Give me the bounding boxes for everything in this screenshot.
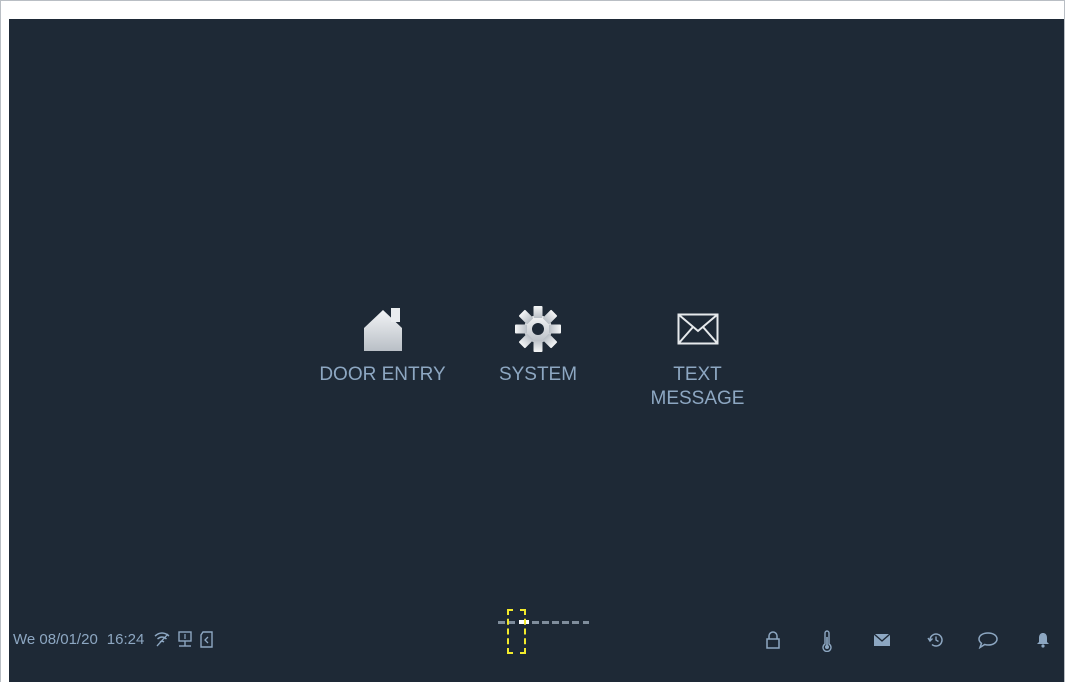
page-dot-1[interactable] xyxy=(498,621,505,624)
text-message-tile[interactable]: TEXT MESSAGE xyxy=(625,308,770,418)
page-dot-9[interactable] xyxy=(583,621,589,624)
system-label: SYSTEM xyxy=(498,364,578,385)
page-dot-7[interactable] xyxy=(562,621,569,624)
door-entry-label: DOOR ENTRY xyxy=(319,364,446,385)
date-text: We 08/01/20 xyxy=(13,630,98,648)
chat-icon[interactable] xyxy=(977,631,999,654)
thermometer-icon[interactable] xyxy=(821,630,833,657)
page-dot-4[interactable] xyxy=(532,621,539,624)
page-dot-5[interactable] xyxy=(542,621,549,624)
status-bar-left: We 08/01/20 16:24 xyxy=(13,626,220,652)
door-entry-tile[interactable]: DOOR ENTRY xyxy=(300,308,465,385)
lock-icon[interactable] xyxy=(765,630,781,655)
page-indicator[interactable] xyxy=(488,609,598,656)
page-dot-6[interactable] xyxy=(552,621,559,624)
page-dot-8[interactable] xyxy=(572,621,579,624)
envelope-icon xyxy=(677,313,719,350)
house-icon xyxy=(362,308,404,357)
gear-icon xyxy=(514,305,562,358)
focus-highlight xyxy=(507,609,526,654)
wifi-icon xyxy=(153,631,171,647)
history-icon[interactable] xyxy=(927,631,945,654)
time-text: 16:24 xyxy=(106,630,145,648)
mail-icon[interactable] xyxy=(873,633,891,652)
text-message-label: TEXT MESSAGE xyxy=(650,364,745,409)
bell-icon[interactable] xyxy=(1036,631,1050,654)
network-icon xyxy=(177,630,193,648)
frame-bottom-edge xyxy=(0,682,1065,700)
system-tile[interactable]: SYSTEM xyxy=(468,305,608,385)
sd-card-icon xyxy=(199,630,214,648)
